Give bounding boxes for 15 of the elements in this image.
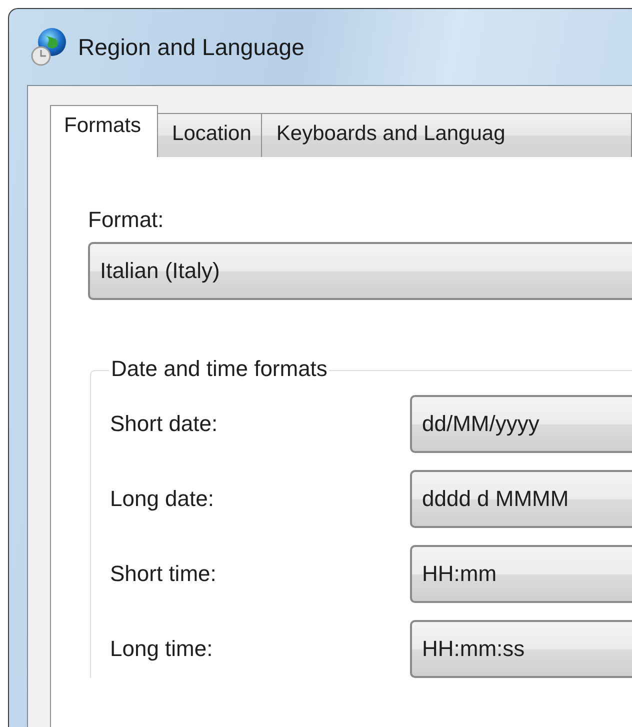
- dropdown[interactable]: HH:mm: [410, 545, 632, 603]
- tab[interactable]: Formats: [50, 105, 158, 157]
- dropdown[interactable]: HH:mm:ss: [410, 620, 632, 678]
- tab[interactable]: Keyboards and Languag: [261, 113, 632, 157]
- field-label: Short time:: [110, 561, 218, 587]
- field-label: Format:: [88, 207, 165, 233]
- dropdown[interactable]: Italian (Italy): [88, 242, 632, 300]
- field-label: Short date:: [110, 411, 219, 437]
- field-label: Long date:: [110, 486, 215, 512]
- tab[interactable]: Location: [157, 113, 262, 157]
- dropdown[interactable]: dddd d MMMM: [410, 470, 632, 528]
- dropdown[interactable]: dd/MM/yyyy: [410, 395, 632, 453]
- globe-clock-icon: [30, 27, 68, 67]
- field-label: Long time:: [110, 636, 214, 662]
- window-title: Region and Language: [78, 34, 304, 60]
